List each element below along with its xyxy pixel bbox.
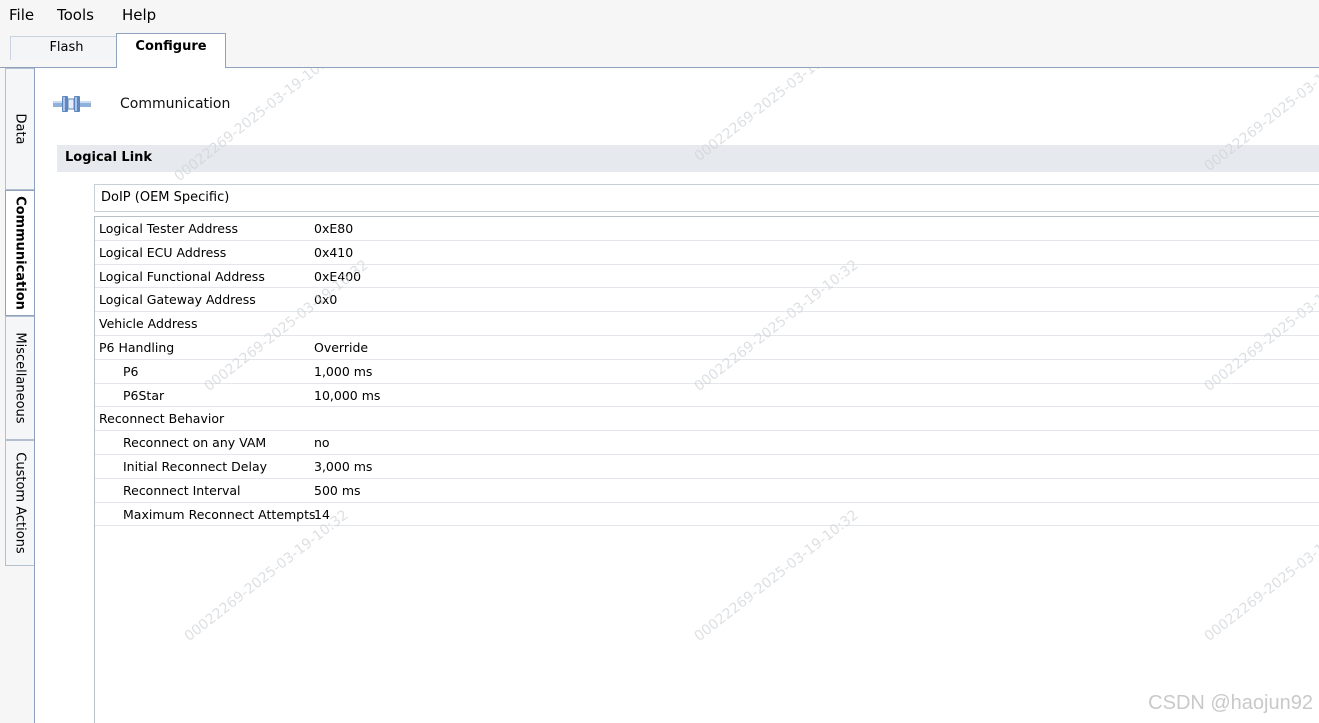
property-value[interactable]: 14 (314, 507, 330, 522)
protocol-label: DoIP (OEM Specific) (101, 190, 230, 205)
property-row[interactable]: P6 Handling Override (95, 336, 1319, 360)
property-name: Logical Functional Address (99, 268, 265, 284)
property-row[interactable]: Initial Reconnect Delay 3,000 ms (95, 455, 1319, 479)
main-content: Communication Logical Link DoIP (OEM Spe… (35, 68, 1319, 723)
property-value[interactable]: Override (314, 340, 368, 355)
side-tab-communication[interactable]: Communication (5, 190, 34, 316)
property-name: P6 (123, 363, 139, 379)
side-tab-miscellaneous-label: Miscellaneous (12, 332, 28, 424)
side-tab-data-label: Data (12, 113, 28, 145)
side-tab-bar: Data Communication Miscellaneous Custom … (0, 68, 35, 723)
property-value[interactable]: 1,000 ms (314, 364, 372, 379)
communication-icon (53, 96, 91, 112)
property-value[interactable]: 0x410 (314, 245, 353, 260)
property-row[interactable]: Logical Tester Address 0xE80 (95, 217, 1319, 241)
menu-tools[interactable]: Tools (57, 6, 94, 24)
property-row[interactable]: Logical Functional Address 0xE400 (95, 265, 1319, 289)
property-name: Maximum Reconnect Attempts (123, 506, 316, 522)
property-grid: Logical Tester Address 0xE80 Logical ECU … (94, 216, 1319, 723)
menu-bar: File Tools Help (0, 0, 1319, 30)
property-value[interactable]: no (314, 435, 330, 450)
property-row[interactable]: Reconnect Behavior (95, 407, 1319, 432)
property-row[interactable]: P6 1,000 ms (95, 360, 1319, 384)
property-name: P6 Handling (99, 339, 175, 355)
tab-flash[interactable]: Flash (10, 36, 122, 60)
property-row[interactable]: Logical ECU Address 0x410 (95, 241, 1319, 265)
property-name: Logical ECU Address (99, 244, 227, 260)
property-value[interactable]: 10,000 ms (314, 388, 380, 403)
property-value[interactable]: 500 ms (314, 483, 361, 498)
property-name: P6Star (123, 387, 165, 403)
menu-help[interactable]: Help (122, 6, 156, 24)
property-name: Reconnect Interval (123, 482, 241, 498)
property-name: Reconnect on any VAM (123, 435, 267, 451)
property-name: Initial Reconnect Delay (123, 458, 268, 474)
credit-watermark: CSDN @haojun92 (1148, 692, 1313, 714)
property-row[interactable]: Reconnect on any VAM no (95, 431, 1319, 455)
side-tab-data[interactable]: Data (5, 68, 34, 190)
property-value[interactable]: 3,000 ms (314, 459, 372, 474)
property-value[interactable]: 0x0 (314, 292, 337, 307)
side-tab-custom-actions-label: Custom Actions (12, 452, 28, 554)
property-value[interactable]: 0xE80 (314, 221, 353, 236)
property-value[interactable]: 0xE400 (314, 269, 361, 284)
menu-file[interactable]: File (9, 6, 34, 24)
side-tab-communication-label: Communication (12, 196, 28, 310)
property-name: Logical Tester Address (99, 221, 238, 236)
property-row[interactable]: Logical Gateway Address 0x0 (95, 288, 1319, 313)
property-row[interactable]: Vehicle Address (95, 312, 1319, 336)
section-title: Logical Link (65, 150, 153, 165)
side-tab-custom-actions[interactable]: Custom Actions (5, 440, 34, 566)
property-name: Vehicle Address (99, 316, 198, 332)
page-title: Communication (120, 96, 231, 112)
property-name: Reconnect Behavior (99, 411, 225, 427)
property-row[interactable]: Reconnect Interval 500 ms (95, 479, 1319, 503)
tab-configure[interactable]: Configure (116, 33, 226, 68)
section-header: Logical Link (57, 145, 1319, 172)
protocol-group[interactable]: DoIP (OEM Specific) (94, 184, 1319, 212)
property-row[interactable]: Maximum Reconnect Attempts 14 (95, 503, 1319, 527)
property-row[interactable]: P6Star 10,000 ms (95, 384, 1319, 408)
side-tab-miscellaneous[interactable]: Miscellaneous (5, 316, 34, 440)
property-name: Logical Gateway Address (99, 292, 256, 308)
